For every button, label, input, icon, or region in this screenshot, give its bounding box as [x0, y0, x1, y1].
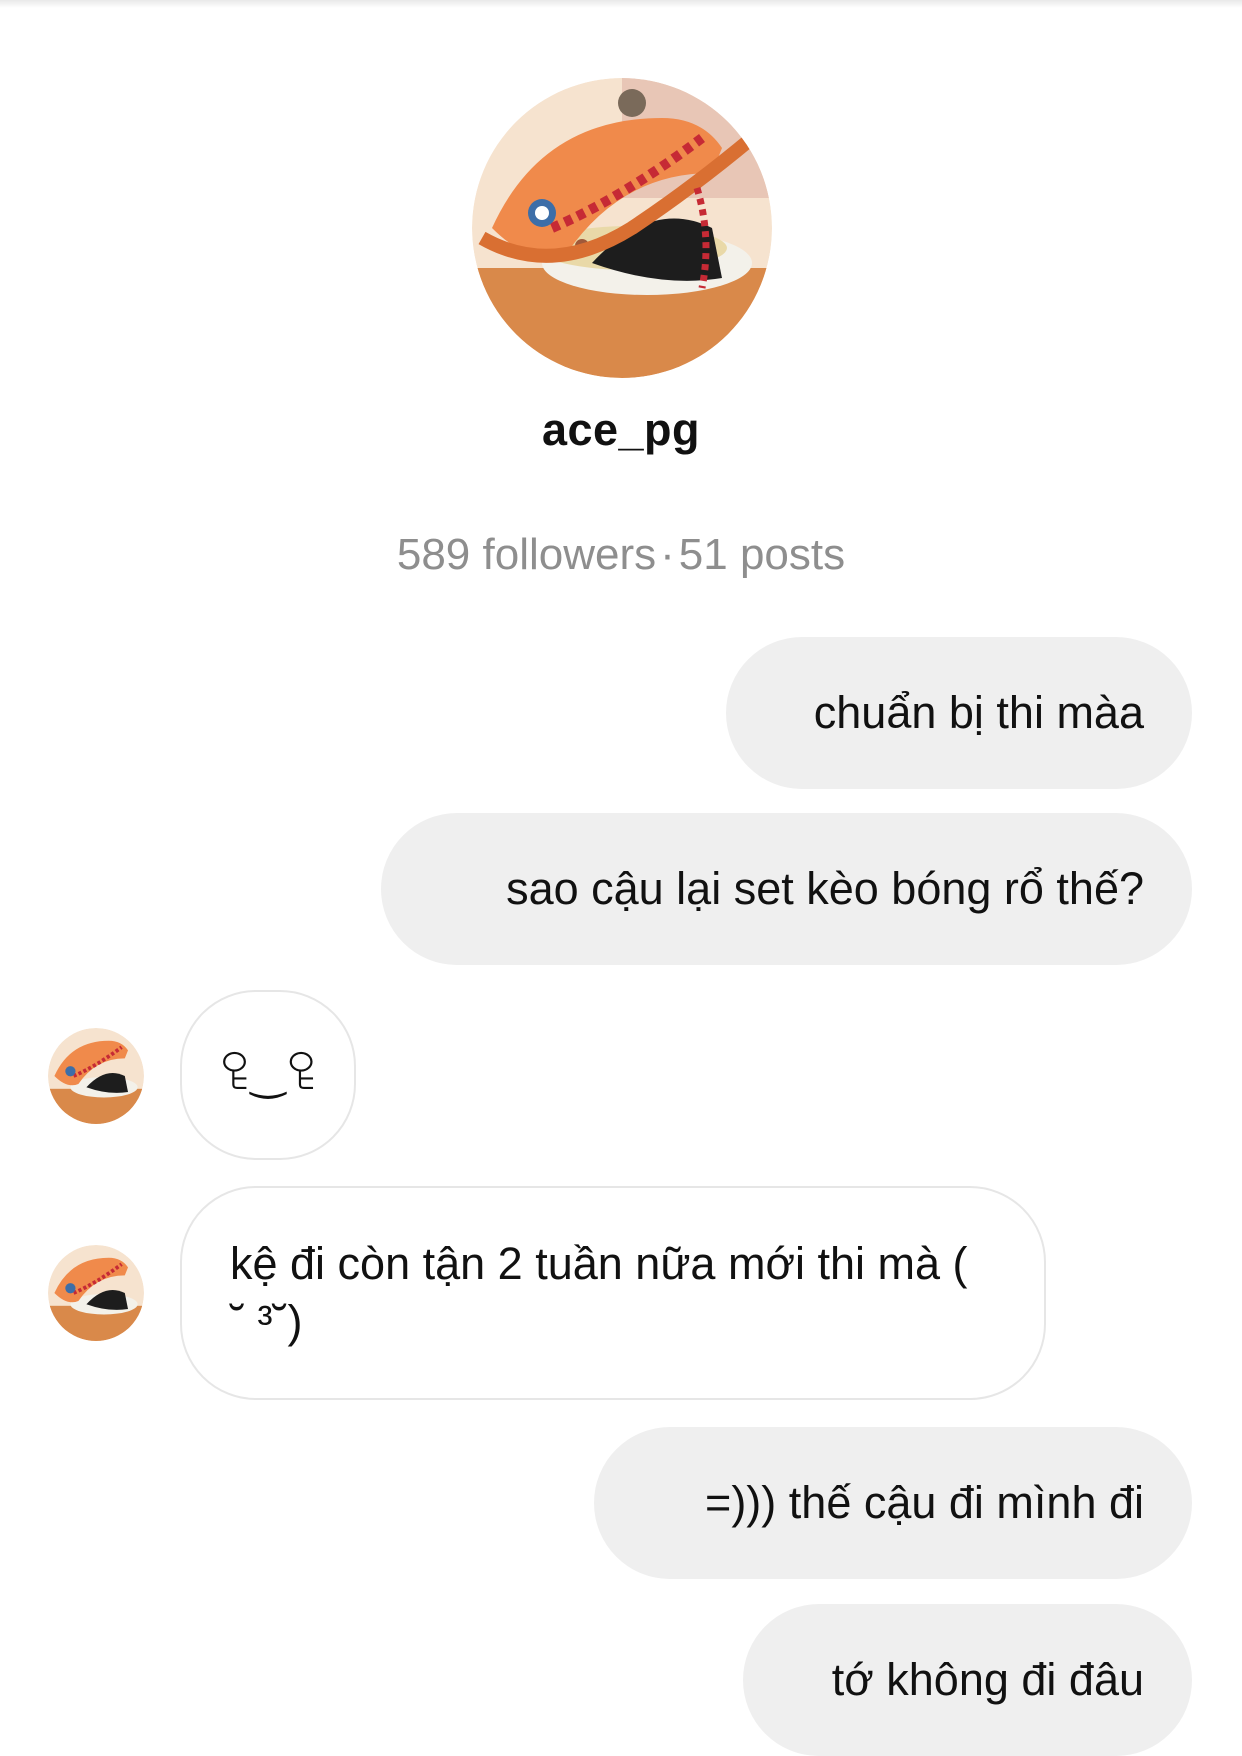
- message-text: sao cậu lại set kèo bóng rổ thế?: [506, 863, 1144, 914]
- top-edge-shadow: [0, 0, 1242, 8]
- profile-username[interactable]: ace_pg: [0, 404, 1242, 456]
- message-emoticon: ꄗ‿ꄗ: [218, 1051, 318, 1098]
- posts-count: 51 posts: [678, 530, 846, 579]
- message-text: chuẩn bị thi màa: [813, 687, 1144, 738]
- message-text: =))) thế cậu đi mình đi: [705, 1477, 1144, 1528]
- message-text: kệ đi còn tận 2 tuần nữa mới thi mà ( ˘ …: [230, 1238, 968, 1347]
- message-bubble-outgoing[interactable]: tớ không đi đâu: [743, 1604, 1192, 1756]
- sender-avatar[interactable]: [48, 1028, 144, 1124]
- sender-photo-icon: [48, 1028, 144, 1124]
- message-bubble-outgoing[interactable]: =))) thế cậu đi mình đi: [594, 1427, 1192, 1579]
- profile-stats: 589 followers·51 posts: [0, 530, 1242, 580]
- message-bubble-outgoing[interactable]: sao cậu lại set kèo bóng rổ thế?: [381, 813, 1192, 965]
- message-text: tớ không đi đâu: [831, 1654, 1144, 1705]
- profile-photo-icon: [472, 78, 772, 378]
- message-bubble-outgoing[interactable]: chuẩn bị thi màa: [726, 637, 1192, 789]
- message-bubble-incoming[interactable]: ꄗ‿ꄗ: [180, 990, 356, 1160]
- sender-avatar[interactable]: [48, 1245, 144, 1341]
- sender-photo-icon: [48, 1245, 144, 1341]
- followers-count: 589 followers: [396, 530, 657, 579]
- stats-separator: ·: [660, 530, 675, 579]
- profile-avatar[interactable]: [472, 78, 772, 378]
- message-bubble-incoming[interactable]: kệ đi còn tận 2 tuần nữa mới thi mà ( ˘ …: [180, 1186, 1046, 1400]
- dm-thread-screen: ace_pg 589 followers·51 posts chuẩn bị t…: [0, 0, 1242, 1756]
